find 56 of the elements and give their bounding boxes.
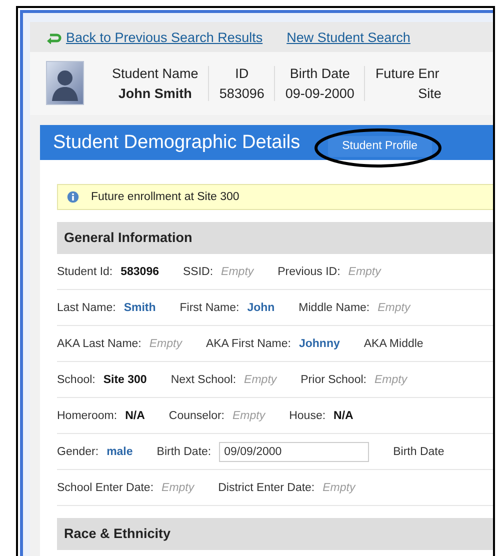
field-label: Previous ID: [278,266,340,278]
column-label: Student Name [112,66,198,80]
field-label: Homeroom: [57,410,118,422]
return-arrow-icon [46,32,62,44]
field-label: Next School: [170,374,236,386]
field-label: AKA Middle [364,338,424,350]
field-label: Prior School: [300,374,366,386]
field-label: Last Name: [57,302,116,314]
field-label: Counselor: [168,410,225,422]
field-label: School: [57,374,96,386]
field-value: Empty [244,374,277,386]
column-label: Birth Date [290,66,350,80]
field-value: Empty [378,302,410,314]
field-value: N/A [125,410,145,422]
field-value: Empty [374,374,408,386]
field-value: N/A [334,410,354,422]
column-value: 583096 [219,86,264,100]
field-label: Birth Date [393,446,444,458]
field-label: AKA First Name: [206,338,291,350]
date-input[interactable]: 09/09/2000 [219,442,370,462]
field-value: Empty [162,482,194,494]
column-label: Future Enr [375,66,440,80]
column-value: 09-09-2000 [285,86,354,100]
field-label: Student Id: [57,266,113,278]
field-value: Empty [149,338,182,350]
field-label: SSID: [183,266,214,278]
student-photo [46,61,84,105]
field-label: AKA Last Name: [57,338,142,350]
field-label: District Enter Date: [218,482,315,494]
field-label: First Name: [180,302,240,314]
section-header: General Information [57,222,493,254]
column-label: ID [235,66,249,80]
section-header: Race & Ethnicity [57,518,493,550]
field-value: Site 300 [103,374,147,386]
field-value: Empty [348,266,381,278]
field-label: School Enter Date: [57,482,154,494]
field-value: Empty [221,266,254,278]
field-value: Empty [232,410,266,422]
field-label: House: [289,410,326,422]
field-value: male [106,446,133,458]
nav-link[interactable]: Back to Previous Search Results [46,30,263,45]
profile-button[interactable]: Student Profile [328,136,432,157]
field-value: 583096 [120,266,159,278]
field-value: Smith [124,302,156,314]
column-value: John Smith [118,86,192,100]
field-label: Middle Name: [298,302,370,314]
column-value: Site [418,86,442,100]
notice-text: Future enrollment at Site 300 [91,191,240,203]
field-value: John [247,302,275,314]
field-value: Empty [322,482,356,494]
field-value: Johnny [298,338,340,350]
panel-title: Student Demographic Details [53,132,300,154]
nav-link[interactable]: New Student Search [286,30,410,45]
info-icon [67,191,79,203]
field-label: Gender: [57,446,99,458]
field-label: Birth Date: [156,446,212,458]
